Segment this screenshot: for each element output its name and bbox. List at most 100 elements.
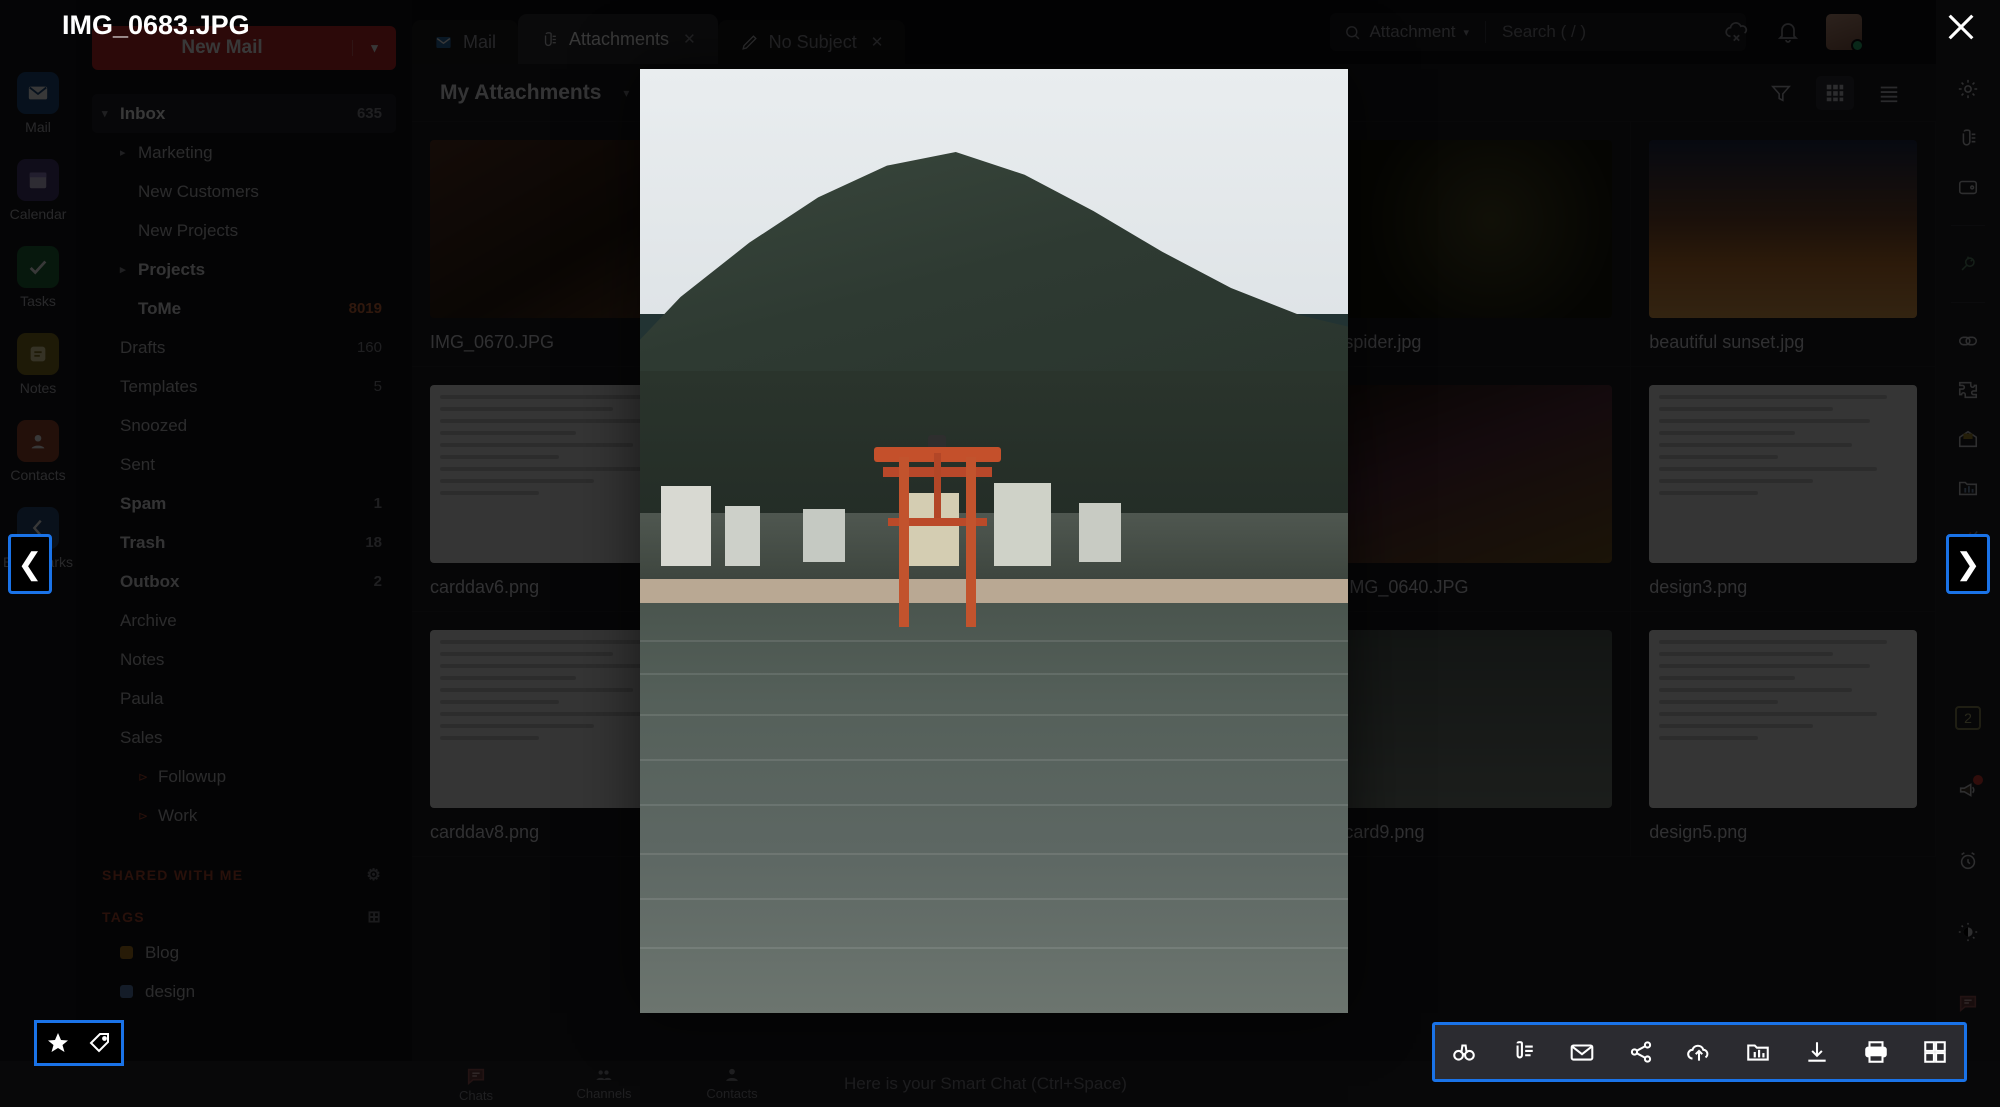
attachment-cell[interactable]: design3.png: [1631, 367, 1936, 612]
print-icon[interactable]: [1853, 1030, 1899, 1074]
tag-color-swatch: [120, 985, 133, 998]
puzzle-icon[interactable]: [1957, 379, 1979, 401]
theme-toggle-icon[interactable]: [1957, 921, 1979, 943]
gear-icon[interactable]: [1957, 78, 1979, 100]
rail-item-label: Tasks: [20, 293, 56, 309]
chevron-right-icon[interactable]: ▸: [120, 146, 138, 159]
alarm-icon[interactable]: [1957, 850, 1979, 872]
rail-item-tasks[interactable]: Tasks: [17, 246, 59, 309]
tag-item-design[interactable]: design: [92, 972, 396, 1011]
bottom-bar-channels[interactable]: Channels: [540, 1065, 668, 1103]
plus-icon[interactable]: ⊞: [367, 907, 382, 927]
search-input[interactable]: Search ( / ): [1502, 22, 1732, 42]
attachment-list-icon[interactable]: [1500, 1030, 1546, 1074]
folder-item-paula[interactable]: Paula: [92, 679, 396, 718]
gear-icon[interactable]: ⚙: [366, 865, 382, 885]
mail-open-icon[interactable]: [1957, 428, 1979, 450]
tab-mail[interactable]: Mail: [412, 20, 519, 64]
folder-item-snoozed[interactable]: Snoozed: [92, 406, 396, 445]
share-icon[interactable]: [1618, 1030, 1664, 1074]
attachment-cell[interactable]: beautiful sunset.jpg: [1631, 122, 1936, 367]
cloud-upload-icon[interactable]: [1676, 1030, 1722, 1074]
folder-item-tome[interactable]: ToMe 8019: [92, 289, 396, 328]
chevron-down-icon[interactable]: ▾: [623, 86, 629, 100]
wallet-icon[interactable]: [1957, 176, 1979, 198]
tags-section: TAGS ⊞: [102, 907, 382, 927]
attachment-preview-image[interactable]: [640, 69, 1348, 1013]
search-icon: [1346, 25, 1360, 39]
rail-item-mail[interactable]: Mail: [17, 72, 59, 135]
tag-popup[interactable]: [34, 1020, 124, 1066]
folder-item-marketing[interactable]: ▸ Marketing: [92, 133, 396, 172]
chevron-down-icon[interactable]: ▾: [352, 40, 396, 56]
avatar[interactable]: [1826, 14, 1864, 52]
rail-item-calendar[interactable]: Calendar: [9, 159, 67, 222]
previous-attachment-button[interactable]: ❮: [8, 534, 52, 594]
link-icon[interactable]: [1957, 330, 1979, 352]
grid-icon[interactable]: [1912, 1030, 1958, 1074]
tab-close-icon[interactable]: ✕: [683, 30, 696, 48]
envelope-icon[interactable]: [1559, 1030, 1605, 1074]
folder-item-outbox[interactable]: Outbox 2: [92, 562, 396, 601]
image-thumbnail: [1344, 385, 1613, 563]
attachment-cell[interactable]: IMG_0640.JPG: [1326, 367, 1632, 612]
folder-item-work[interactable]: ⊳ Work: [92, 796, 396, 835]
search-bar[interactable]: Attachment ▾ Search ( / ): [1330, 13, 1746, 51]
folder-item-new-customers[interactable]: New Customers: [92, 172, 396, 211]
folder-item-templates[interactable]: Templates 5: [92, 367, 396, 406]
chat-icon[interactable]: [1957, 992, 1979, 1014]
chevron-right-icon[interactable]: ▸: [120, 263, 138, 276]
search-divider: [1485, 21, 1486, 43]
cloud-off-icon[interactable]: [1724, 19, 1750, 45]
folder-item-new-projects[interactable]: New Projects: [92, 211, 396, 250]
tab-no-subject[interactable]: No Subject ✕: [717, 20, 906, 64]
rail-item-notes[interactable]: Notes: [17, 333, 59, 396]
rail-item-contacts[interactable]: Contacts: [10, 420, 66, 483]
megaphone-icon[interactable]: [1957, 775, 1983, 801]
folder-image-icon[interactable]: [1735, 1030, 1781, 1074]
folder-item-sent[interactable]: Sent: [92, 445, 396, 484]
bottom-bar-chats[interactable]: Chats: [412, 1065, 540, 1103]
attachment-cell[interactable]: spider.jpg: [1326, 122, 1632, 367]
close-icon[interactable]: [1944, 10, 1978, 44]
rail-item-label: Calendar: [9, 206, 67, 222]
folder-item-drafts[interactable]: Drafts 160: [92, 328, 396, 367]
beach: [640, 578, 1348, 604]
folder-list: ▾ Inbox 635 ▸ Marketing New Customers New Proj…: [92, 94, 396, 835]
attachment-cell[interactable]: card9.png: [1326, 612, 1632, 857]
tag-item-blog[interactable]: Blog: [92, 933, 396, 972]
smart-chat-hint[interactable]: Here is your Smart Chat (Ctrl+Space): [844, 1074, 1127, 1094]
notes-badge-icon[interactable]: 2: [1955, 706, 1981, 730]
chevron-down-icon[interactable]: ▾: [102, 107, 120, 120]
search-scope-label: Attachment: [1369, 22, 1456, 41]
folder-chart-icon[interactable]: [1957, 477, 1979, 499]
folder-item-trash[interactable]: Trash 18: [92, 523, 396, 562]
tag-icon[interactable]: [88, 1031, 112, 1055]
filter-icon[interactable]: [1762, 76, 1800, 110]
tag-list: Blog design: [92, 933, 396, 1011]
attachment-cell[interactable]: design5.png: [1631, 612, 1936, 857]
tab-close-icon[interactable]: ✕: [871, 33, 884, 51]
folder-item-followup[interactable]: ⊳ Followup: [92, 757, 396, 796]
folder-item-notes[interactable]: Notes: [92, 640, 396, 679]
star-icon[interactable]: [46, 1031, 70, 1055]
binoculars-icon[interactable]: [1441, 1030, 1487, 1074]
next-attachment-button[interactable]: ❯: [1946, 534, 1990, 594]
search-scope[interactable]: Attachment ▾: [1344, 22, 1469, 42]
folder-item-sales[interactable]: Sales: [92, 718, 396, 757]
plug-icon[interactable]: [1957, 253, 1979, 275]
notes-count-badge: 2: [1955, 706, 1981, 730]
download-icon[interactable]: [1794, 1030, 1840, 1074]
folder-label: Sent: [120, 454, 155, 474]
folder-item-archive[interactable]: Archive: [92, 601, 396, 640]
bell-icon[interactable]: [1776, 20, 1800, 44]
folder-item-projects[interactable]: ▸ Projects: [92, 250, 396, 289]
list-view-icon[interactable]: [1870, 76, 1908, 110]
grid-view-icon[interactable]: [1816, 75, 1854, 110]
paperclip-icon[interactable]: [1957, 127, 1979, 149]
bottom-bar-contacts[interactable]: Contacts: [668, 1065, 796, 1103]
folder-item-inbox[interactable]: ▾ Inbox 635: [92, 94, 396, 133]
document-thumbnail: [1649, 630, 1917, 808]
tab-attachments[interactable]: Attachments ✕: [518, 14, 718, 64]
folder-item-spam[interactable]: Spam 1: [92, 484, 396, 523]
